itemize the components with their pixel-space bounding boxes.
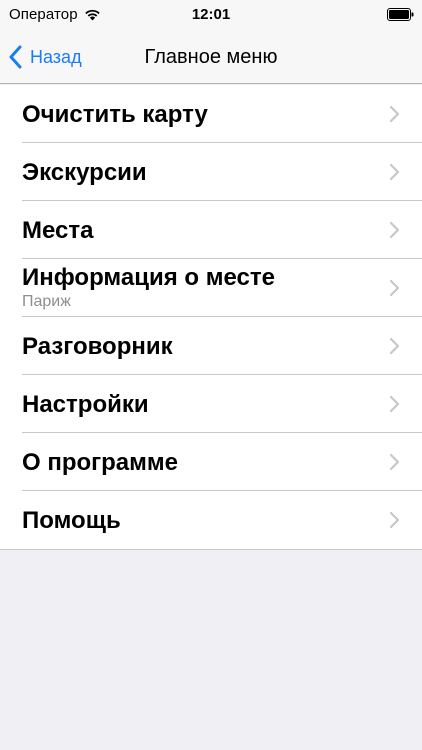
menu-item-places[interactable]: Места [0,201,422,259]
chevron-right-icon [389,221,400,239]
chevron-right-icon [389,395,400,413]
menu-item-label: Разговорник [22,333,173,360]
chevron-right-icon [389,279,400,297]
menu-item-clear-map[interactable]: Очистить карту [0,85,422,143]
menu-item-settings[interactable]: Настройки [0,375,422,433]
menu-item-about[interactable]: О программе [0,433,422,491]
menu-item-label: Места [22,217,94,244]
menu-item-help[interactable]: Помощь [0,491,422,549]
status-time: 12:01 [191,6,231,23]
chevron-right-icon [389,163,400,181]
status-bar: Оператор 12:01 [0,0,422,30]
menu-item-label: Очистить карту [22,101,208,128]
menu-item-subtitle: Париж [22,293,71,310]
menu-item-label: Настройки [22,391,149,418]
menu-item-label: Экскурсии [22,159,147,186]
chevron-right-icon [389,337,400,355]
navigation-bar: Назад Главное меню [0,30,422,84]
battery-icon [387,8,414,21]
menu-item-place-info[interactable]: Информация о месте Париж [0,259,422,317]
menu-item-phrasebook[interactable]: Разговорник [0,317,422,375]
chevron-right-icon [389,105,400,123]
menu-item-excursions[interactable]: Экскурсии [0,143,422,201]
page-title: Главное меню [144,45,278,68]
screen: Оператор 12:01 Назад Главное меню Очисти… [0,0,422,750]
main-menu-list: Очистить карту Экскурсии Места Информаци… [0,85,422,550]
menu-item-label: Помощь [22,507,121,534]
menu-item-label: Информация о месте [22,264,275,291]
menu-item-label: О программе [22,449,179,476]
chevron-right-icon [389,453,400,471]
chevron-right-icon [389,511,400,529]
